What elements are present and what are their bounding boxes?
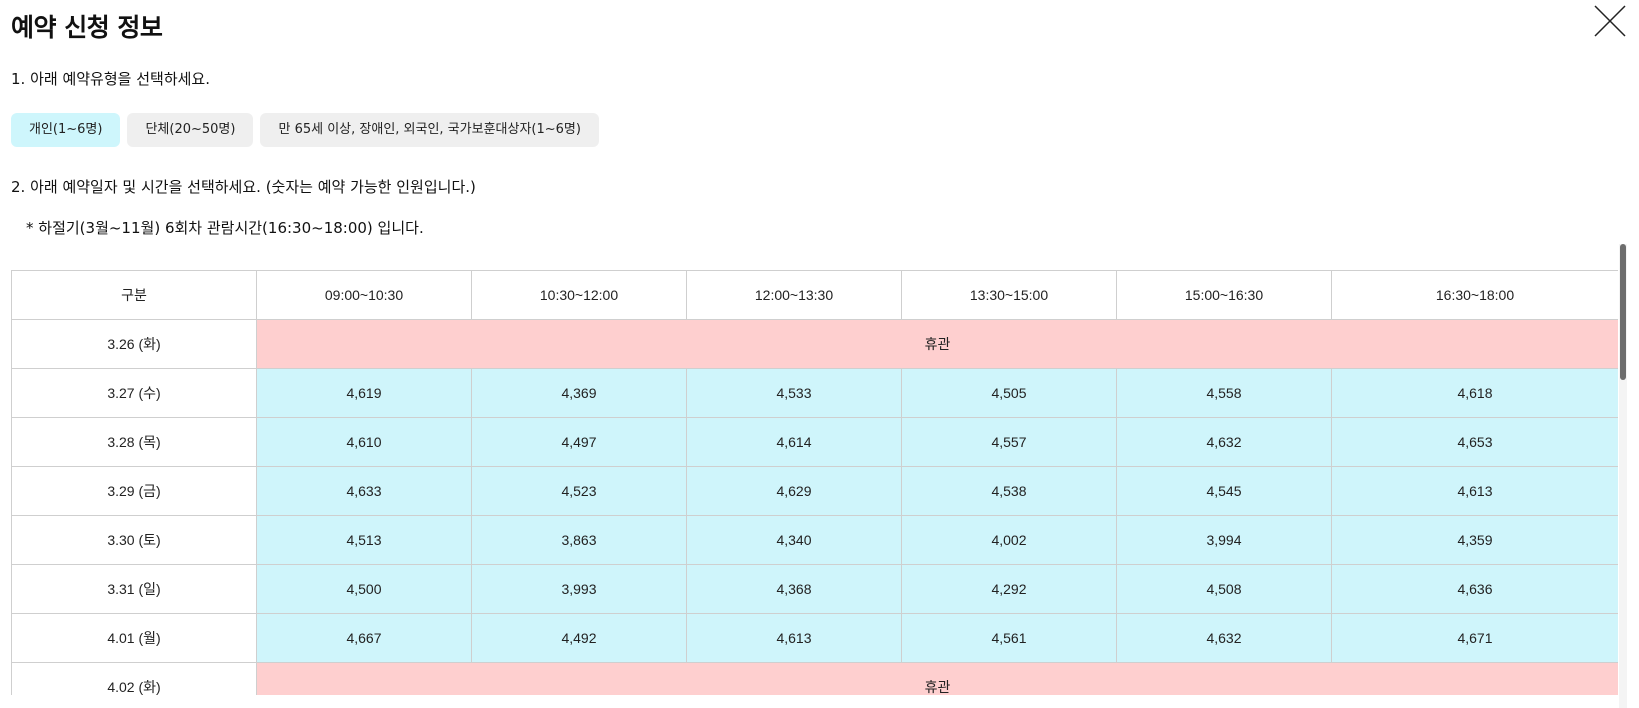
date-cell: 4.02 (화) [11, 662, 257, 695]
date-cell: 3.29 (금) [11, 466, 257, 516]
availability-cell[interactable]: 4,557 [901, 417, 1117, 467]
vertical-scrollbar[interactable] [1619, 244, 1627, 708]
header-time-slot: 09:00~10:30 [256, 270, 472, 320]
reservation-type-button[interactable]: 개인(1~6명) [11, 113, 121, 147]
reservation-type-button[interactable]: 단체(20~50명) [127, 113, 254, 147]
header-time-slot: 16:30~18:00 [1331, 270, 1618, 320]
availability-cell[interactable]: 4,002 [901, 515, 1117, 565]
closed-cell: 휴관 [256, 319, 1618, 369]
schedule-table: 구분 09:00~10:30 10:30~12:00 12:00~13:30 13:30… [11, 270, 1618, 695]
availability-cell[interactable]: 4,538 [901, 466, 1117, 516]
table-row: 3.31 (일) 4,500 3,993 4,368 4,292 4,508 4,636 [11, 564, 1618, 614]
modal-title: 예약 신청 정보 [11, 13, 163, 42]
header-category: 구분 [11, 270, 257, 320]
date-cell: 4.01 (월) [11, 613, 257, 663]
scrollbar-thumb[interactable] [1620, 244, 1626, 380]
availability-cell[interactable]: 4,368 [686, 564, 902, 614]
header-time-slot: 12:00~13:30 [686, 270, 902, 320]
reservation-type-button[interactable]: 만 65세 이상, 장애인, 외국인, 국가보훈대상자(1~6명) [260, 113, 599, 147]
availability-cell[interactable]: 4,369 [471, 368, 687, 418]
date-cell: 3.28 (목) [11, 417, 257, 467]
availability-cell[interactable]: 4,632 [1116, 417, 1332, 467]
step1-instruction: 1. 아래 예약유형을 선택하세요. [11, 70, 210, 88]
close-button[interactable] [1593, 4, 1627, 38]
header-time-slot: 10:30~12:00 [471, 270, 687, 320]
availability-cell[interactable]: 4,561 [901, 613, 1117, 663]
reservation-type-group: 개인(1~6명) 단체(20~50명) 만 65세 이상, 장애인, 외국인, 국가… [11, 113, 599, 147]
availability-cell[interactable]: 4,610 [256, 417, 472, 467]
availability-cell[interactable]: 4,340 [686, 515, 902, 565]
availability-cell[interactable]: 4,653 [1331, 417, 1618, 467]
availability-cell[interactable]: 4,636 [1331, 564, 1618, 614]
header-time-slot: 15:00~16:30 [1116, 270, 1332, 320]
availability-cell[interactable]: 4,667 [256, 613, 472, 663]
table-row: 4.02 (화) 휴관 [11, 662, 1618, 695]
closed-cell: 휴관 [256, 662, 1618, 695]
summer-hours-note: * 하절기(3월~11월) 6회차 관람시간(16:30~18:00) 입니다. [26, 219, 424, 237]
availability-cell[interactable]: 4,619 [256, 368, 472, 418]
availability-cell[interactable]: 4,614 [686, 417, 902, 467]
availability-cell[interactable]: 4,613 [686, 613, 902, 663]
header-time-slot: 13:30~15:00 [901, 270, 1117, 320]
availability-cell[interactable]: 3,993 [471, 564, 687, 614]
date-cell: 3.26 (화) [11, 319, 257, 369]
availability-cell[interactable]: 4,508 [1116, 564, 1332, 614]
availability-cell[interactable]: 3,863 [471, 515, 687, 565]
table-header-row: 구분 09:00~10:30 10:30~12:00 12:00~13:30 13:30… [11, 270, 1618, 320]
availability-cell[interactable]: 4,505 [901, 368, 1117, 418]
reservation-modal: 예약 신청 정보 1. 아래 예약유형을 선택하세요. 개인(1~6명) 단체(2… [0, 0, 1639, 708]
date-cell: 3.27 (수) [11, 368, 257, 418]
table-row: 3.27 (수) 4,619 4,369 4,533 4,505 4,558 4,618 [11, 368, 1618, 418]
availability-cell[interactable]: 4,629 [686, 466, 902, 516]
date-cell: 3.30 (토) [11, 515, 257, 565]
table-row: 3.30 (토) 4,513 3,863 4,340 4,002 3,994 4,359 [11, 515, 1618, 565]
availability-cell[interactable]: 4,545 [1116, 466, 1332, 516]
availability-cell[interactable]: 4,613 [1331, 466, 1618, 516]
availability-cell[interactable]: 4,497 [471, 417, 687, 467]
availability-cell[interactable]: 4,633 [256, 466, 472, 516]
availability-cell[interactable]: 4,523 [471, 466, 687, 516]
availability-cell[interactable]: 4,632 [1116, 613, 1332, 663]
date-cell: 3.31 (일) [11, 564, 257, 614]
availability-cell[interactable]: 4,513 [256, 515, 472, 565]
availability-cell[interactable]: 4,500 [256, 564, 472, 614]
availability-cell[interactable]: 4,292 [901, 564, 1117, 614]
availability-cell[interactable]: 4,533 [686, 368, 902, 418]
table-row: 3.28 (목) 4,610 4,497 4,614 4,557 4,632 4,653 [11, 417, 1618, 467]
close-icon [1594, 5, 1626, 37]
availability-cell[interactable]: 4,618 [1331, 368, 1618, 418]
schedule-table-container: 구분 09:00~10:30 10:30~12:00 12:00~13:30 13:30… [11, 270, 1618, 695]
availability-cell[interactable]: 3,994 [1116, 515, 1332, 565]
table-row: 4.01 (월) 4,667 4,492 4,613 4,561 4,632 4,671 [11, 613, 1618, 663]
availability-cell[interactable]: 4,492 [471, 613, 687, 663]
table-row: 3.29 (금) 4,633 4,523 4,629 4,538 4,545 4,613 [11, 466, 1618, 516]
availability-cell[interactable]: 4,558 [1116, 368, 1332, 418]
availability-cell[interactable]: 4,671 [1331, 613, 1618, 663]
table-row: 3.26 (화) 휴관 [11, 319, 1618, 369]
availability-cell[interactable]: 4,359 [1331, 515, 1618, 565]
step2-instruction: 2. 아래 예약일자 및 시간을 선택하세요. (숫자는 예약 가능한 인원입니… [11, 178, 476, 196]
